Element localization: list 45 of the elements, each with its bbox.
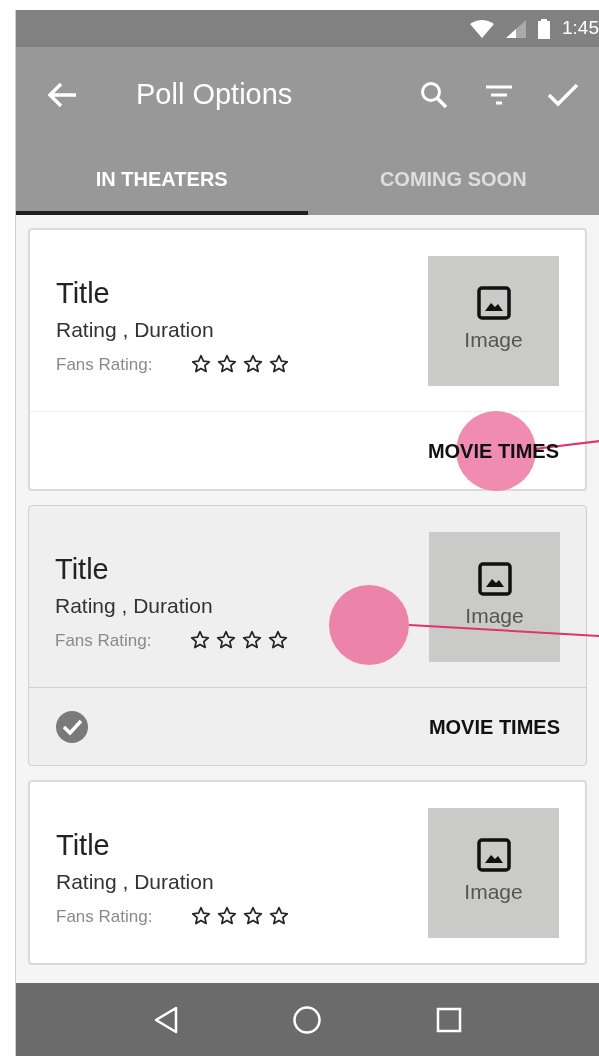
image-label: Image (464, 879, 523, 906)
image-icon (476, 286, 511, 321)
fans-rating-label: Fans Rating: (56, 905, 154, 928)
rating-duration: Rating , Duration (56, 317, 215, 343)
star-icon (269, 354, 289, 375)
star-icon (268, 630, 288, 651)
back-triangle-icon[interactable] (152, 1005, 179, 1034)
home-circle-icon[interactable] (292, 1004, 323, 1035)
signal-icon (506, 19, 526, 38)
app-bar-title: Poll Options (136, 76, 293, 112)
rating-duration: Rating , Duration (55, 593, 214, 619)
movie-title: Title (56, 276, 111, 310)
battery-icon (538, 18, 550, 39)
rating-duration: Rating , Duration (56, 869, 215, 895)
recents-square-icon[interactable] (436, 1006, 463, 1033)
check-icon[interactable] (547, 81, 579, 108)
star-icon (191, 354, 211, 375)
search-icon[interactable] (419, 79, 449, 110)
star-icon (217, 906, 237, 927)
star-icon (191, 906, 211, 927)
star-icon (269, 906, 289, 927)
image-icon (477, 562, 512, 597)
fans-rating-label: Fans Rating: (55, 629, 153, 652)
movie-title: Title (56, 828, 111, 862)
movie-title: Title (55, 552, 110, 586)
star-icon (216, 630, 236, 651)
movie-times-button[interactable]: MOVIE TIMES (427, 435, 559, 466)
star-icon (217, 354, 237, 375)
filter-icon[interactable] (485, 83, 513, 106)
wifi-icon (470, 19, 494, 38)
back-arrow-icon[interactable] (46, 80, 78, 109)
movie-times-button[interactable]: MOVIE TIMES (428, 711, 560, 742)
image-label: Image (465, 603, 524, 630)
image-label: Image (464, 327, 523, 354)
movie-card[interactable]: Title Rating , Duration Fans Rating: Image MOVIE TIMES (28, 228, 587, 491)
movie-card[interactable]: Title Rating , Duration Fans Rating: Image MOVIE TIMES (28, 505, 587, 766)
star-icon (243, 906, 263, 927)
fans-rating-label: Fans Rating: (56, 353, 154, 376)
star-icon (243, 354, 263, 375)
movie-card[interactable]: Title Rating , Duration Fans Rating: Image (28, 780, 587, 965)
image-icon (476, 838, 511, 873)
status-time: 1:45 (562, 16, 599, 41)
check-circle-icon[interactable] (55, 709, 89, 744)
star-icon (242, 630, 262, 651)
star-icon (190, 630, 210, 651)
